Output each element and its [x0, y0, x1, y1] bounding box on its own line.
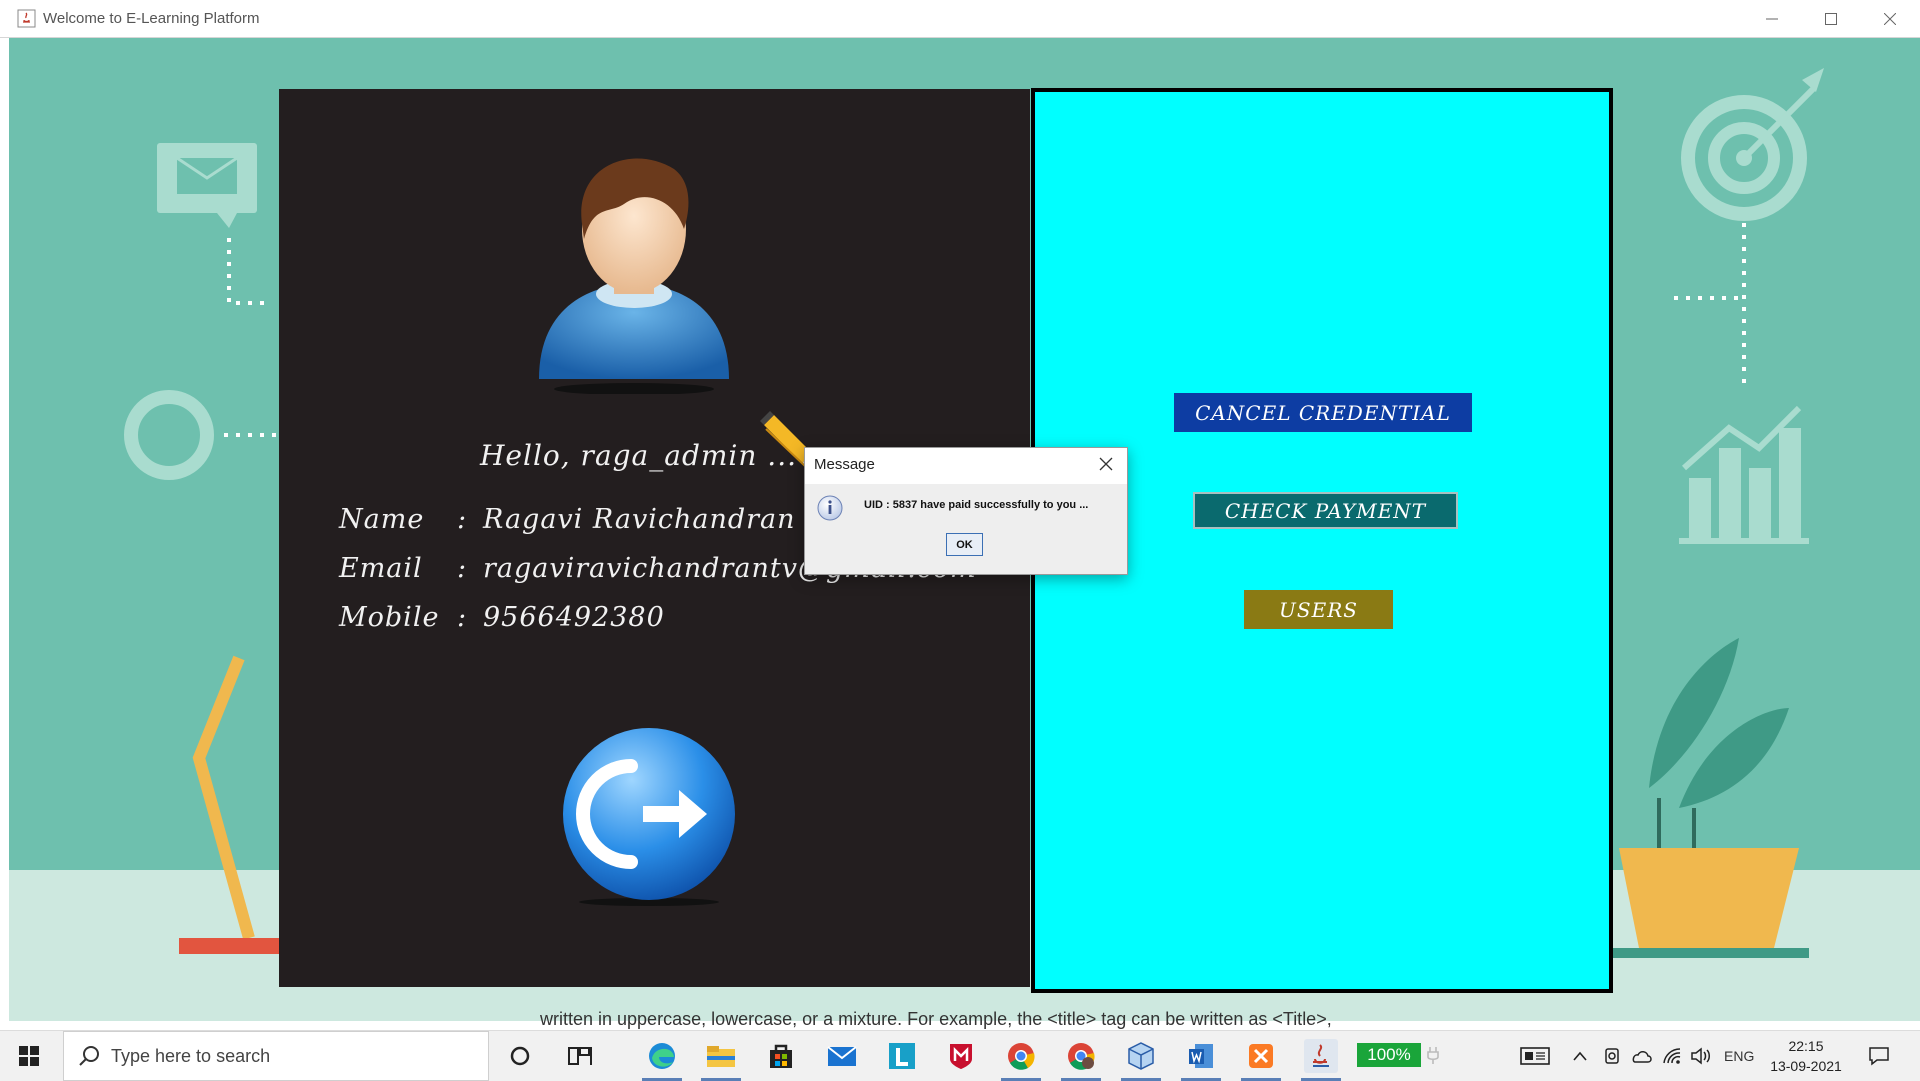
file-explorer-app[interactable]	[704, 1039, 738, 1073]
target-icon	[1674, 68, 1824, 388]
camera-icon	[1605, 1048, 1619, 1064]
edge-icon	[649, 1043, 675, 1069]
growth-chart-icon	[1679, 405, 1809, 544]
name-row: Name: Ragavi Ravichandran	[339, 504, 796, 535]
clock-time: 22:15	[1788, 1038, 1824, 1054]
store-icon	[770, 1044, 792, 1068]
dialog-ok-button[interactable]: OK	[946, 533, 983, 556]
notification-icon	[1869, 1047, 1889, 1066]
task-view-icon	[568, 1047, 592, 1065]
user-avatar-icon	[539, 158, 729, 394]
mobile-row: Mobile:9566492380	[339, 602, 665, 633]
close-icon	[1884, 12, 1896, 25]
wifi-button[interactable]	[1662, 1031, 1682, 1081]
maximize-button[interactable]	[1802, 0, 1860, 37]
minimize-button[interactable]	[1743, 0, 1801, 37]
taskbar: Type here to search 100% ENG 22:15 13-09…	[0, 1030, 1920, 1081]
notifications-button[interactable]	[1868, 1031, 1890, 1081]
info-icon	[817, 495, 843, 521]
virtualbox-app[interactable]	[1124, 1039, 1158, 1073]
word-icon	[1189, 1044, 1213, 1068]
taskbar-search-box[interactable]: Type here to search	[63, 1031, 489, 1081]
close-icon	[1099, 457, 1113, 471]
dialog-body: UID : 5837 have paid successfully to you…	[805, 484, 1127, 574]
users-button[interactable]: USERS	[1244, 590, 1393, 629]
cortana-icon	[510, 1046, 530, 1066]
start-button[interactable]	[0, 1031, 58, 1081]
cancel-credential-button[interactable]: CANCEL CREDENTIAL	[1174, 393, 1472, 432]
news-widget-button[interactable]	[1520, 1031, 1550, 1081]
logout-button[interactable]	[561, 726, 737, 906]
name-separator: :	[457, 504, 468, 535]
onedrive-button[interactable]	[1630, 1031, 1652, 1081]
battery-indicator[interactable]: 100%	[1357, 1043, 1421, 1067]
chrome-profile-app[interactable]	[1064, 1039, 1098, 1073]
xampp-icon	[1249, 1044, 1273, 1068]
chrome-profile-icon	[1068, 1043, 1095, 1070]
virtualbox-icon	[1128, 1042, 1154, 1070]
mail-icon	[827, 1046, 857, 1066]
plant-illustration	[1609, 638, 1809, 958]
java-app-icon	[17, 9, 36, 28]
clock-date: 13-09-2021	[1770, 1058, 1842, 1074]
chrome-app[interactable]	[1004, 1039, 1038, 1073]
minimize-icon	[1766, 18, 1778, 19]
java-app[interactable]	[1304, 1039, 1338, 1073]
maximize-icon	[1825, 12, 1837, 25]
search-icon	[79, 1046, 99, 1066]
xampp-app[interactable]	[1244, 1039, 1278, 1073]
mail-bubble-icon	[157, 143, 267, 305]
mcafee-app[interactable]	[944, 1039, 978, 1073]
charging-plug-icon	[1427, 1047, 1439, 1064]
message-dialog: Message UID : 5837 have paid successfull…	[804, 447, 1128, 575]
dialog-title: Message	[814, 456, 875, 473]
cortana-button[interactable]	[503, 1039, 537, 1073]
mobile-separator: :	[457, 602, 468, 633]
mobile-label: Mobile	[339, 602, 440, 633]
language-indicator[interactable]: ENG	[1724, 1031, 1754, 1081]
news-icon	[1520, 1047, 1550, 1065]
close-window-button[interactable]	[1861, 0, 1919, 37]
taskbar-clock[interactable]: 22:15 13-09-2021	[1765, 1036, 1847, 1076]
windows-icon	[19, 1046, 39, 1066]
name-value: Ragavi Ravichandran	[483, 504, 796, 535]
l-app[interactable]	[885, 1039, 919, 1073]
mail-app[interactable]	[825, 1039, 859, 1073]
show-hidden-icons-button[interactable]	[1572, 1031, 1588, 1081]
background-window-text: written in uppercase, lowercase, or a mi…	[540, 1009, 1332, 1029]
lamp-illustration	[179, 655, 289, 954]
volume-button[interactable]	[1690, 1031, 1712, 1081]
wifi-icon	[1663, 1048, 1681, 1064]
greeting-text: Hello, raga_admin ...	[480, 439, 798, 472]
chevron-up-icon	[1573, 1051, 1587, 1061]
window-title: Welcome to E-Learning Platform	[43, 10, 260, 27]
check-payment-button[interactable]: CHECK PAYMENT	[1193, 492, 1458, 529]
l-app-icon	[889, 1043, 915, 1069]
email-label: Email	[339, 553, 423, 584]
window-titlebar: Welcome to E-Learning Platform	[0, 0, 1920, 38]
name-label: Name	[339, 504, 425, 535]
ring-chart-icon	[124, 390, 289, 480]
mobile-value: 9566492380	[483, 602, 665, 633]
mcafee-icon	[950, 1044, 972, 1069]
java-icon	[1313, 1044, 1329, 1067]
dialog-message: UID : 5837 have paid successfully to you…	[864, 499, 1089, 511]
search-placeholder: Type here to search	[111, 1046, 271, 1066]
word-app[interactable]	[1184, 1039, 1218, 1073]
email-separator: :	[457, 553, 468, 584]
dialog-close-button[interactable]	[1090, 450, 1122, 478]
file-explorer-icon	[707, 1046, 735, 1067]
cloud-icon	[1632, 1051, 1652, 1063]
store-app[interactable]	[764, 1039, 798, 1073]
chrome-icon	[1008, 1043, 1035, 1070]
meet-now-button[interactable]	[1603, 1031, 1621, 1081]
task-view-button[interactable]	[563, 1039, 597, 1073]
speaker-icon	[1691, 1047, 1710, 1065]
edge-app[interactable]	[645, 1039, 679, 1073]
